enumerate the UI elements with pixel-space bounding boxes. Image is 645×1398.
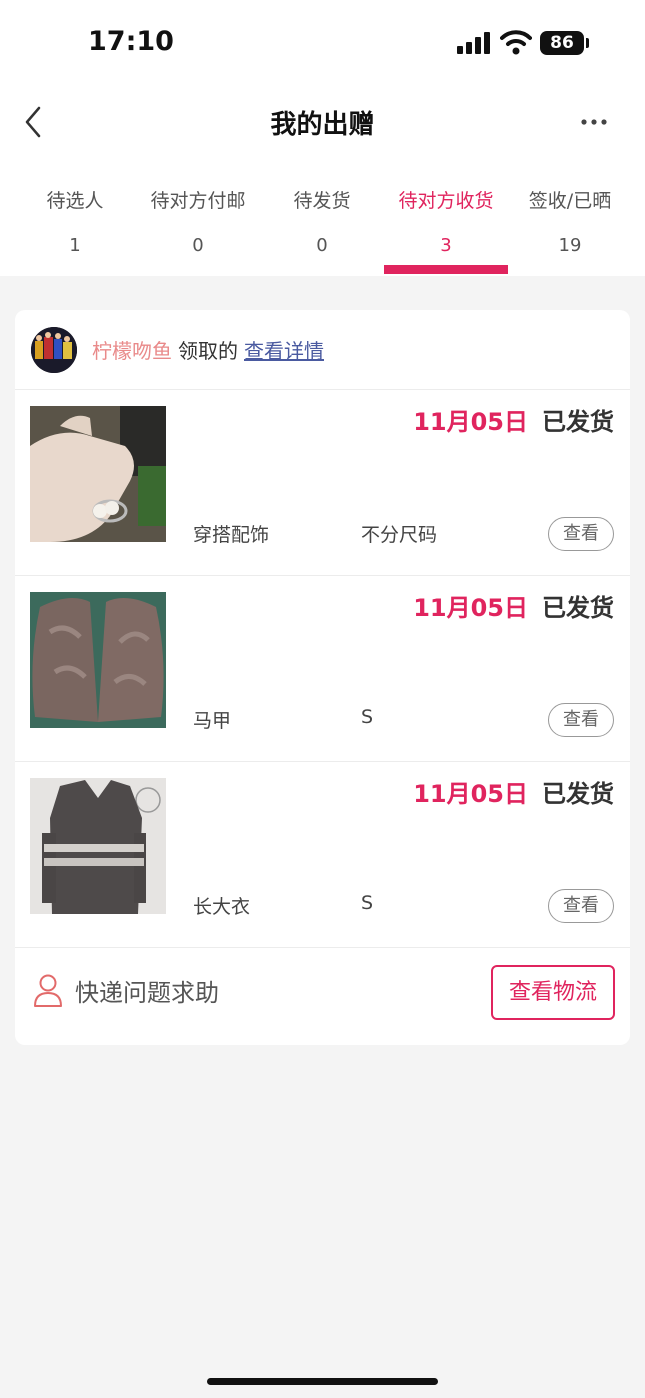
active-tab-indicator	[384, 265, 508, 274]
ship-date: 11月05日	[413, 594, 528, 622]
tab-pending-ship[interactable]: 待发货 0	[260, 186, 384, 256]
ship-status: 已发货	[542, 594, 614, 622]
tab-label: 待对方付邮	[150, 190, 246, 212]
item-size: S	[361, 892, 374, 914]
list-item[interactable]: 11月05日 已发货 马甲 S 查看	[15, 576, 630, 762]
view-button[interactable]: 查看	[548, 889, 614, 923]
item-image-vest[interactable]	[30, 592, 166, 728]
tab-count: 3	[440, 235, 452, 256]
tab-pending-receive[interactable]: 待对方收货 3	[384, 186, 508, 256]
item-size: S	[361, 706, 374, 728]
courier-help-link[interactable]: 快递问题求助	[75, 973, 219, 1008]
view-detail-link[interactable]: 查看详情	[244, 339, 324, 363]
claimed-label: 领取的	[178, 339, 238, 363]
tab-label: 签收/已晒	[528, 190, 612, 212]
item-category: 长大衣	[193, 896, 251, 918]
order-card: 柠檬吻鱼 领取的 查看详情 11月05日 已发货 穿搭配饰 不分尺码 查看 11…	[15, 310, 630, 1045]
tab-signed[interactable]: 签收/已晒 19	[508, 186, 632, 256]
tab-count: 19	[558, 235, 582, 256]
list-item[interactable]: 11月05日 已发货 长大衣 S 查看	[15, 762, 630, 948]
view-logistics-button[interactable]: 查看物流	[491, 965, 615, 1020]
item-category: 马甲	[193, 710, 232, 732]
tab-pending-postage[interactable]: 待对方付邮 0	[136, 186, 260, 256]
user-icon[interactable]	[33, 973, 63, 1007]
view-button[interactable]: 查看	[548, 703, 614, 737]
card-footer: 快递问题求助 查看物流	[15, 949, 630, 1045]
top-panel: 17:10 86 我的出赠 待选人 1 待对方付邮 0 待发货 0 待对方收货 …	[0, 0, 645, 276]
item-size: 不分尺码	[361, 524, 438, 546]
item-category: 穿搭配饰	[193, 524, 270, 546]
battery-icon: 86	[540, 31, 584, 55]
ship-status: 已发货	[542, 780, 614, 808]
home-indicator[interactable]	[207, 1378, 438, 1385]
item-image-coat[interactable]	[30, 778, 166, 914]
item-image-ring[interactable]	[30, 406, 166, 542]
receiver-name[interactable]: 柠檬吻鱼	[92, 339, 172, 363]
more-icon[interactable]	[578, 110, 610, 134]
tab-pending-select[interactable]: 待选人 1	[13, 186, 137, 256]
tab-count: 1	[69, 235, 81, 256]
ship-date: 11月05日	[413, 408, 528, 436]
tab-label: 待对方收货	[398, 190, 494, 212]
battery-tip	[586, 38, 589, 48]
ship-date: 11月05日	[413, 780, 528, 808]
card-header: 柠檬吻鱼 领取的 查看详情	[15, 310, 630, 390]
status-time: 17:10	[88, 26, 174, 57]
page-title: 我的出赠	[270, 110, 375, 140]
list-item[interactable]: 11月05日 已发货 穿搭配饰 不分尺码 查看	[15, 390, 630, 576]
tab-label: 待选人	[46, 190, 104, 212]
tab-label: 待发货	[293, 190, 351, 212]
tab-count: 0	[316, 235, 328, 256]
tab-count: 0	[192, 235, 204, 256]
view-button[interactable]: 查看	[548, 517, 614, 551]
ship-status: 已发货	[542, 408, 614, 436]
wifi-icon	[500, 30, 532, 55]
avatar[interactable]	[31, 327, 77, 373]
signal-icon	[457, 32, 493, 54]
claim-info: 柠檬吻鱼 领取的 查看详情	[92, 335, 324, 364]
